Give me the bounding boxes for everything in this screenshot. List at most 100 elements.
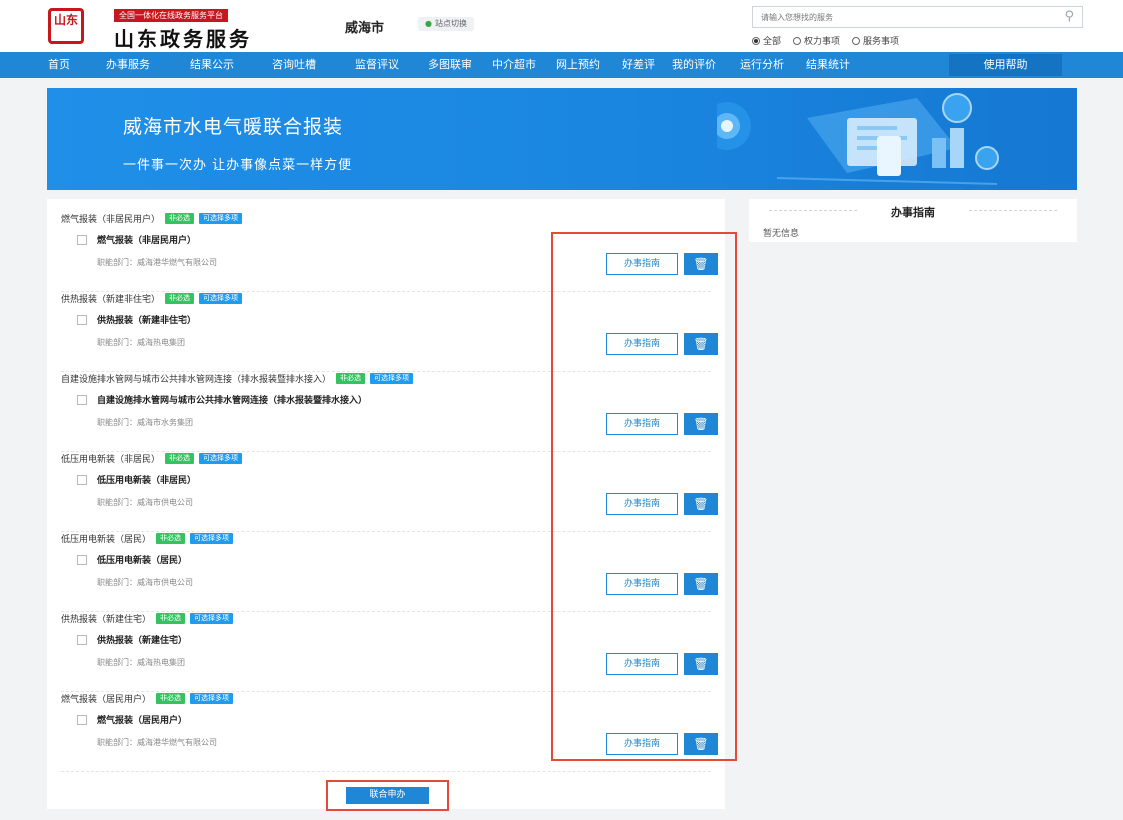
service-item[interactable]: 低压用电新装（居民） [77,553,187,566]
nav-item-services[interactable]: 办事服务 [106,52,150,78]
guide-side-panel: 办事指南 暂无信息 [749,199,1077,242]
service-item[interactable]: 低压用电新装（非居民） [77,473,196,486]
department-label: 职能部门：威海港华燃气有限公司 [97,258,217,267]
service-checkbox[interactable] [77,234,87,245]
service-item-label: 低压用电新装（非居民） [97,476,197,486]
service-item-label: 燃气报装（非居民用户） [97,236,197,246]
service-item-label: 自建设施排水管网与城市公共排水管网连接（排水报装暨排水接入） [97,396,368,406]
service-checkbox[interactable] [77,714,87,725]
group-header: 供热报装（新建住宅） 非必选 可选择多项 [61,611,234,625]
site-switch-button[interactable]: ● 站点切换 [418,17,474,31]
service-item[interactable]: 燃气报装（居民用户） [77,713,187,726]
group-title: 低压用电新装（非居民） [61,454,161,465]
site-header: 山东 全国一体化在线政务服务平台 山东政务服务 威海市 ●站点切换 ⚲ 全部 权… [0,0,1123,52]
nav-item-home[interactable]: 首页 [48,52,70,78]
current-city: 威海市 [345,21,385,36]
multi-select-tag: 可选择多项 [190,612,234,624]
department-label: 职能部门：威海热电集团 [97,658,185,667]
optional-tag: 非必选 [336,372,366,384]
radio-dot [752,36,760,45]
group-title: 燃气报装（居民用户） [61,694,152,705]
nav-item-rating[interactable]: 好差评 [622,52,655,78]
main-nav: 首页 办事服务 结果公示 咨询吐槽 监督评议 多图联审 中介超市 网上预约 好差… [0,52,1123,78]
logo-icon[interactable]: 山东 [48,8,84,44]
service-item-label: 低压用电新装（居民） [97,556,188,566]
optional-tag: 非必选 [165,212,195,224]
group-header: 燃气报装（居民用户） 非必选 可选择多项 [61,691,234,705]
optional-tag: 非必选 [165,292,195,304]
hero-banner: 威海市水电气暖联合报装 一件事一次办 让办事像点菜一样方便 [47,88,1077,190]
service-checkbox[interactable] [77,474,87,485]
nav-item-results[interactable]: 结果公示 [190,52,234,78]
service-item[interactable]: 供热报装（新建住宅） [77,633,187,646]
department-label: 职能部门：威海热电集团 [97,338,185,347]
search-scope-radios: 全部 权力事项 服务事项 [752,34,899,47]
radio-label: 权力事项 [804,37,841,47]
radio-service-items[interactable]: 服务事项 [852,34,899,47]
nav-item-booking[interactable]: 网上预约 [556,52,600,78]
multi-select-tag: 可选择多项 [199,292,243,304]
divider [61,771,711,772]
group-header: 自建设施排水管网与城市公共排水管网连接（排水报装暨排水接入） 非必选 可选择多项 [61,371,414,385]
site-title[interactable]: 山东政务服务 [114,23,252,52]
nav-item-agency-market[interactable]: 中介超市 [492,52,536,78]
group-header: 低压用电新装（居民） 非必选 可选择多项 [61,531,234,545]
platform-label: 全国一体化在线政务服务平台 [114,9,228,22]
location-pin-icon: ● [425,19,432,28]
banner-subtitle: 一件事一次办 让办事像点菜一样方便 [123,158,353,173]
service-item-label: 供热报装（新建非住宅） [97,316,197,326]
nav-item-multi-review[interactable]: 多图联审 [428,52,472,78]
service-item[interactable]: 供热报装（新建非住宅） [77,313,196,326]
divider [969,210,1057,211]
joint-apply-button[interactable]: 联合申办 [346,787,429,804]
site-switch-label: 站点切换 [434,19,467,28]
group-title: 供热报装（新建非住宅） [61,294,161,305]
actions-highlight-box [551,232,737,761]
side-panel-title: 办事指南 [891,206,935,219]
department-label: 职能部门：威海市供电公司 [97,498,193,507]
nav-item-statistics[interactable]: 结果统计 [806,52,850,78]
multi-select-tag: 可选择多项 [190,692,234,704]
help-button[interactable]: 使用帮助 [949,54,1062,76]
nav-item-supervise[interactable]: 监督评议 [355,52,399,78]
multi-select-tag: 可选择多项 [199,452,243,464]
group-header: 低压用电新装（非居民） 非必选 可选择多项 [61,451,243,465]
group-title: 低压用电新装（居民） [61,534,152,545]
banner-illustration [717,93,999,185]
service-item[interactable]: 燃气报装（非居民用户） [77,233,196,246]
service-checkbox[interactable] [77,634,87,645]
department-label: 职能部门：威海市水务集团 [97,418,193,427]
service-checkbox[interactable] [77,314,87,325]
search-input[interactable] [753,7,1043,27]
banner-title: 威海市水电气暖联合报装 [123,116,344,138]
search-icon[interactable]: ⚲ [1064,9,1074,24]
group-header: 燃气报装（非居民用户） 非必选 可选择多项 [61,211,243,225]
radio-dot [852,36,861,45]
service-item-label: 供热报装（新建住宅） [97,636,188,646]
group-title: 燃气报装（非居民用户） [61,214,161,225]
empty-state-text: 暂无信息 [763,229,800,239]
service-checkbox[interactable] [77,554,87,565]
radio-dot [793,36,802,45]
service-checkbox[interactable] [77,394,87,405]
group-title: 自建设施排水管网与城市公共排水管网连接（排水报装暨排水接入） [61,374,332,385]
radio-power-items[interactable]: 权力事项 [793,34,840,47]
nav-item-consult[interactable]: 咨询吐槽 [272,52,316,78]
radio-label: 服务事项 [863,37,900,47]
optional-tag: 非必选 [156,692,186,704]
search-box: ⚲ [752,6,1083,28]
submit-highlight-box: 联合申办 [326,780,449,811]
multi-select-tag: 可选择多项 [190,532,234,544]
department-label: 职能部门：威海港华燃气有限公司 [97,738,217,747]
group-title: 供热报装（新建住宅） [61,614,152,625]
multi-select-tag: 可选择多项 [199,212,243,224]
nav-item-analysis[interactable]: 运行分析 [740,52,784,78]
service-item[interactable]: 自建设施排水管网与城市公共排水管网连接（排水报装暨排水接入） [77,393,367,406]
radio-all[interactable]: 全部 [752,34,781,47]
multi-select-tag: 可选择多项 [370,372,414,384]
department-label: 职能部门：威海市供电公司 [97,578,193,587]
optional-tag: 非必选 [156,532,186,544]
optional-tag: 非必选 [165,452,195,464]
nav-item-my-rating[interactable]: 我的评价 [672,52,716,78]
service-item-label: 燃气报装（居民用户） [97,716,188,726]
